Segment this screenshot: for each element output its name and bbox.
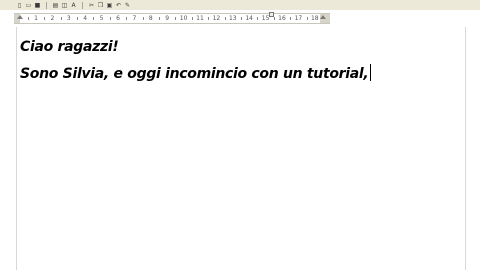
toolbar-separator [82,1,83,9]
ruler-number: 1 [34,15,38,22]
ruler-number: 12 [212,15,221,22]
save-icon[interactable]: ■ [34,2,41,9]
ruler-bar: 1 2 3 4 5 6 7 8 9 10 11 12 13 14 15 16 17 18 [0,10,480,26]
ruler-tick [191,17,193,20]
word-processor-window: ▯ ▭ ■ ▤ ◫ A ✂ ❐ ▣ ↶ ✎ 1 2 3 4 5 6 7 8 9 10 11 12 13 1… [0,0,480,270]
ruler-number: 2 [50,15,55,22]
ruler-tick [60,17,62,20]
ruler-number: 7 [132,15,137,22]
ruler-tick [175,17,177,20]
new-document-icon[interactable]: ▯ [16,2,23,9]
print-icon[interactable]: ▤ [52,2,59,9]
paste-icon[interactable]: ▣ [106,2,113,9]
ruler-number: 4 [83,15,88,22]
ruler-number: 3 [66,15,71,22]
ruler-number: 9 [165,15,170,22]
ruler-tick [241,17,242,20]
ruler-number: 5 [99,15,104,22]
ruler-tick [208,17,210,20]
ruler-tick [224,17,226,20]
cut-icon[interactable]: ✂ [88,2,95,9]
document-page[interactable]: Ciao ragazzi! Sono Silvia, e oggi incomi… [16,27,466,270]
ruler-number: 18 [310,15,319,22]
toolbar-separator [46,1,47,9]
document-text: Sono Silvia, e oggi incomincio con un tu… [20,66,369,82]
ruler-tick [27,17,29,20]
document-line-1: Ciao ragazzi! [20,37,371,64]
left-indent-marker[interactable] [17,15,23,19]
ruler-number: 16 [278,15,286,22]
undo-icon[interactable]: ↶ [115,2,122,9]
ruler-tick [142,17,144,20]
ruler-number: 6 [116,15,120,22]
ruler-tick [306,17,308,20]
ruler-tick [77,17,78,20]
copy-icon[interactable]: ❐ [97,2,104,9]
format-painter-icon[interactable]: ✎ [124,2,131,9]
ruler-tick [257,17,259,20]
ruler-number: 8 [148,15,153,22]
ruler-number: 10 [179,15,188,22]
ruler-tick [290,17,292,20]
ruler-tick [273,17,275,20]
document-line-2: Sono Silvia, e oggi incomincio con un tu… [20,64,372,91]
ruler-number: 14 [245,15,254,22]
ruler-tick [159,17,160,20]
ruler-tick [44,17,46,20]
open-folder-icon[interactable]: ▭ [25,2,32,9]
ruler-number: 17 [294,15,303,22]
ruler-number: 15 [261,15,270,22]
ruler-number: 11 [196,15,204,22]
document-body[interactable]: Ciao ragazzi! Sono Silvia, e oggi incomi… [20,37,372,91]
print-preview-icon[interactable]: ◫ [61,2,68,9]
document-text: Ciao ragazzi! [20,39,119,55]
ruler-tick [93,17,95,20]
ruler-tick [126,17,128,20]
text-caret [370,64,372,81]
standard-toolbar: ▯ ▭ ■ ▤ ◫ A ✂ ❐ ▣ ↶ ✎ [0,0,480,10]
right-indent-marker[interactable] [320,15,326,19]
spell-check-icon[interactable]: A [70,2,77,9]
ruler-number: 13 [228,15,237,22]
horizontal-ruler[interactable]: 1 2 3 4 5 6 7 8 9 10 11 12 13 14 15 16 17 18 [14,12,330,24]
ruler-tick [109,17,111,20]
